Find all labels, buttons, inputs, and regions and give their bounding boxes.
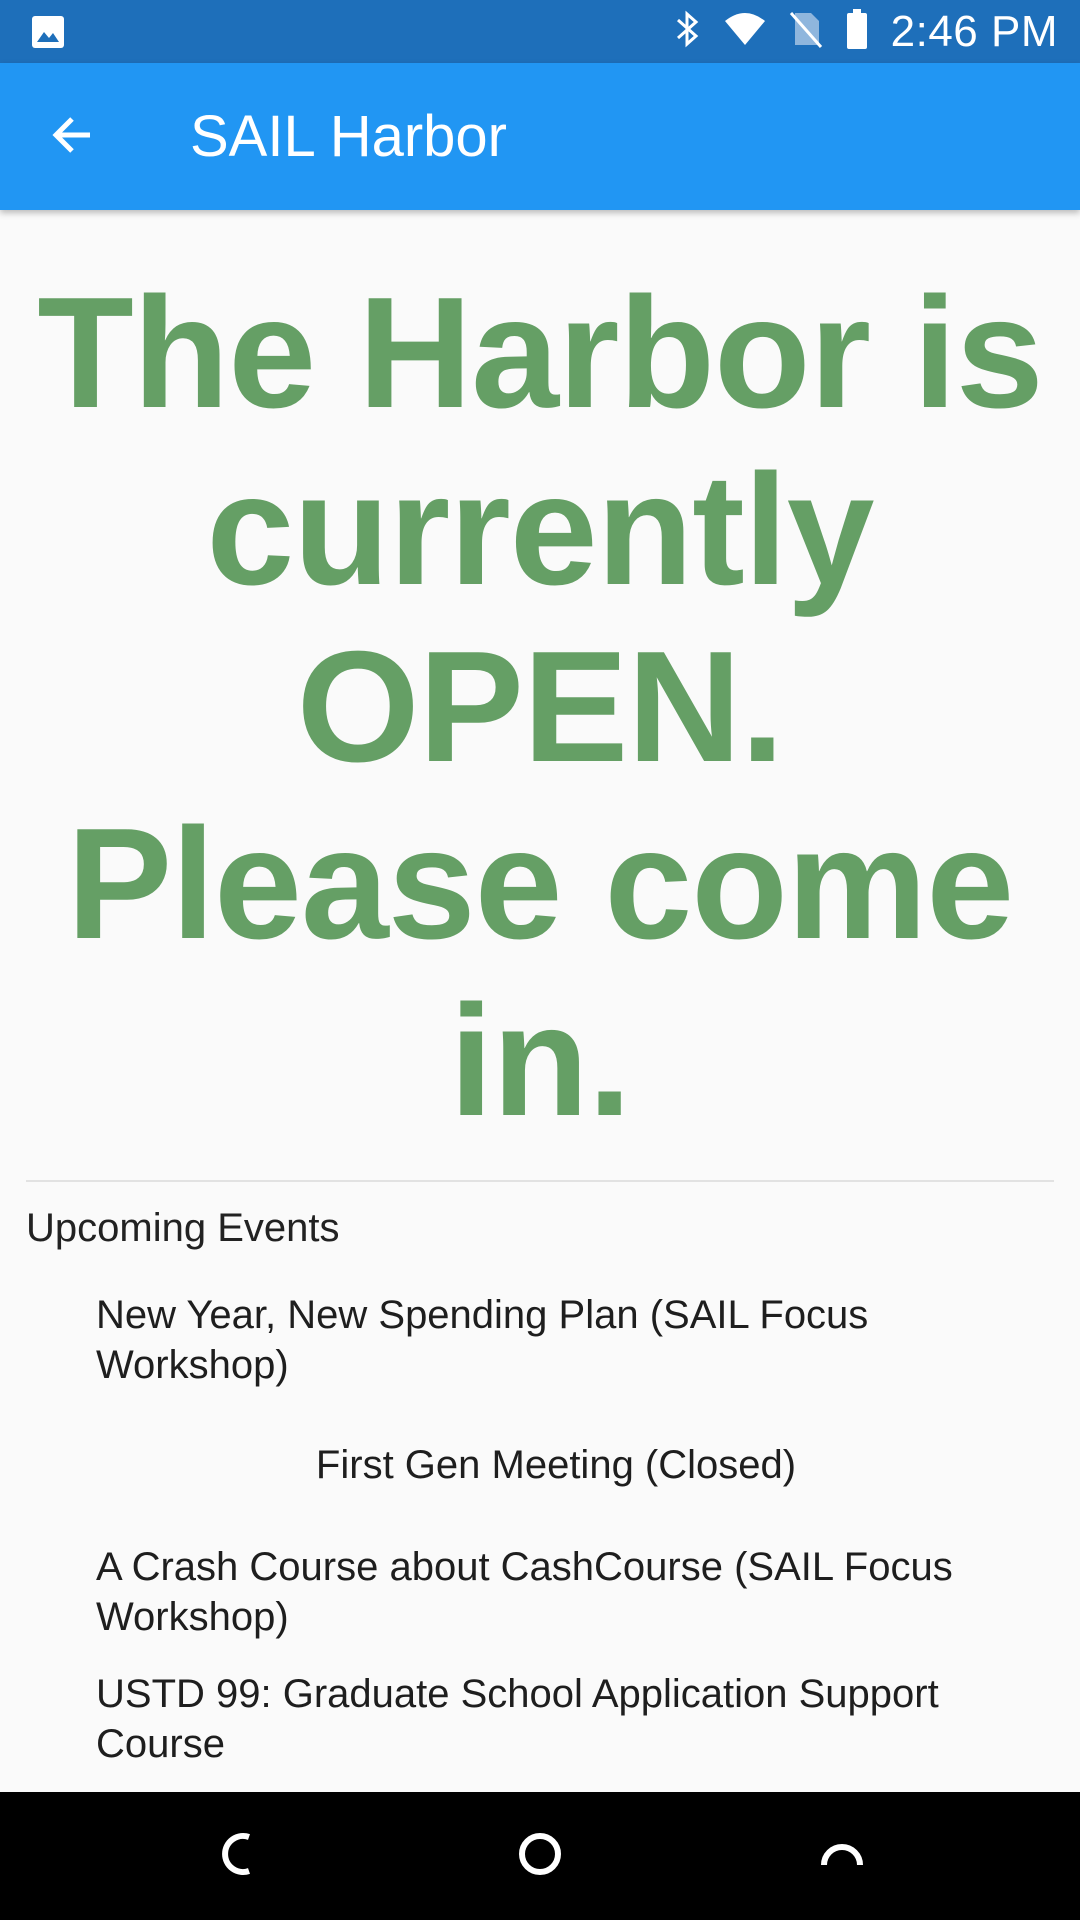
status-bar: 2:46 PM bbox=[0, 0, 1080, 63]
event-item[interactable]: A Crash Course about CashCourse (SAIL Fo… bbox=[96, 1542, 1016, 1642]
recents-nav-icon bbox=[817, 1829, 867, 1884]
screen: 2:46 PM SAIL Harbor The Harbor is curren… bbox=[0, 0, 1080, 1920]
harbor-status-message: The Harbor is currently OPEN. Please com… bbox=[37, 265, 1043, 1149]
status-icons: 2:46 PM bbox=[675, 0, 1058, 63]
status-time: 2:46 PM bbox=[890, 6, 1058, 56]
event-item[interactable]: First Gen Meeting (Closed) bbox=[96, 1440, 1016, 1490]
navigation-bar bbox=[0, 1792, 1080, 1920]
wifi-icon bbox=[723, 11, 767, 52]
home-nav-button[interactable] bbox=[502, 1818, 578, 1894]
battery-icon bbox=[845, 8, 869, 55]
app-title: SAIL Harbor bbox=[190, 104, 507, 169]
back-button[interactable] bbox=[36, 101, 108, 173]
back-nav-button[interactable] bbox=[202, 1818, 278, 1894]
arrow-back-icon bbox=[48, 111, 96, 164]
home-nav-icon bbox=[515, 1829, 565, 1884]
image-icon bbox=[30, 14, 66, 55]
bluetooth-icon bbox=[675, 9, 701, 54]
upcoming-events-title: Upcoming Events bbox=[26, 1206, 340, 1250]
no-sim-icon bbox=[789, 9, 823, 54]
divider bbox=[26, 1180, 1054, 1182]
app-bar: SAIL Harbor bbox=[0, 63, 1080, 210]
event-item[interactable]: USTD 99: Graduate School Application Sup… bbox=[96, 1669, 1016, 1769]
event-item[interactable]: New Year, New Spending Plan (SAIL Focus … bbox=[96, 1290, 1016, 1390]
recents-nav-button[interactable] bbox=[804, 1818, 880, 1894]
back-nav-icon bbox=[215, 1829, 265, 1884]
